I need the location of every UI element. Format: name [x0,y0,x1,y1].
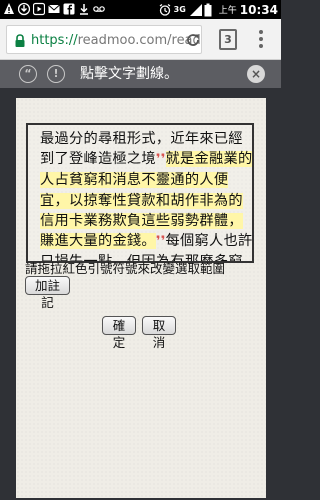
time-ampm: 上午 [218,6,237,16]
book-page: 最過分的尋租形式，近年來已經到了登峰造極之境❜❜就是金融業的人占貧窮和消息不靈通… [16,98,266,498]
overflow-menu-icon[interactable] [258,30,264,50]
reload-icon[interactable] [185,32,201,48]
network-3g-icon: 3G [173,4,186,14]
voicemail-icon [93,2,105,16]
url-domain: readmoo.com/read [77,33,201,48]
selection-preview-box: 最過分的尋租形式，近年來已經到了登峰造極之境❜❜就是金融業的人占貧窮和消息不靈通… [26,123,254,263]
status-bar: 3G 上午 10:34 [0,0,281,19]
url-text[interactable]: https://readmoo.com/read [31,26,201,53]
play-icon [33,2,45,16]
mail-icon [48,2,60,16]
drag-hint-text: 請拖拉紅色引號符號來改變選取範圍 [25,261,226,276]
download-icon [18,2,30,16]
cancel-button[interactable]: 取消 [142,316,176,350]
phone-alert-icon [3,2,15,16]
reader-toolbar: “ ! 點擊文字劃線。 × [0,60,281,88]
battery-icon [204,3,216,17]
tab-switcher-button[interactable]: 3 [219,29,237,50]
notification-icons [3,2,105,16]
url-bar[interactable]: https://readmoo.com/read [6,25,202,54]
start-quote-handle[interactable]: ❜❜ [156,152,166,167]
status-right: 3G 上午 10:34 [159,0,278,19]
close-icon[interactable]: × [247,65,265,83]
book-paragraph[interactable]: 最過分的尋租形式，近年來已經到了登峰造極之境❜❜就是金融業的人占貧窮和消息不靈通… [40,129,252,261]
browser-toolbar: https://readmoo.com/read 3 [0,19,281,60]
quote-icon[interactable]: “ [19,65,37,83]
lock-icon [14,33,26,47]
download-icon [78,2,90,16]
clock: 10:34 [239,2,278,17]
alarm-icon [159,3,171,17]
info-icon[interactable]: ! [47,65,65,83]
signal-icon [189,3,202,17]
add-note-button[interactable]: 加註記 [25,276,70,310]
end-quote-handle[interactable]: ❜❜ [156,234,166,249]
confirm-button[interactable]: 確定 [102,316,136,350]
url-scheme: https:// [31,33,78,48]
facebook-icon [63,2,75,16]
instruction-text: 點擊文字劃線。 [80,66,178,82]
